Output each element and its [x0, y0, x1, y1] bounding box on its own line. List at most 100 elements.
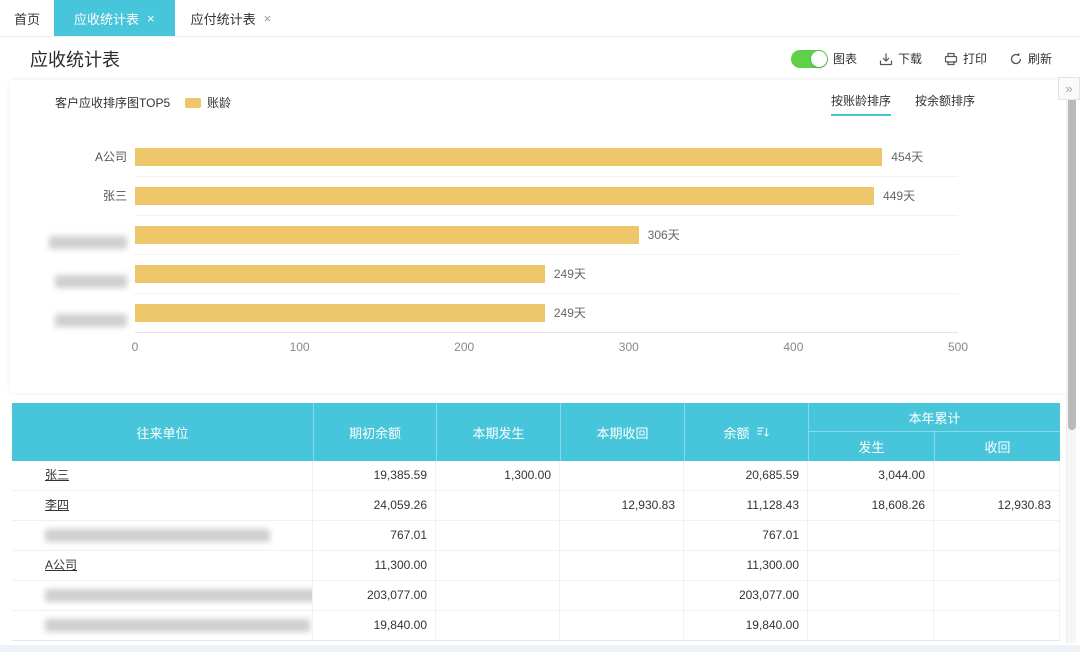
- tab-payable-report[interactable]: 应付统计表 ×: [175, 0, 288, 36]
- tab-payable-label: 应付统计表: [191, 9, 256, 28]
- cell-ytd-incurred: 18,608.26: [808, 491, 934, 521]
- x-tick: 0: [132, 340, 139, 354]
- toggle-knob: [811, 51, 827, 67]
- page-title: 应收统计表: [30, 46, 120, 72]
- cell-current-incurred: [436, 491, 560, 521]
- col-header-ytd-incurred[interactable]: 发生: [808, 432, 934, 461]
- cell-opening: 19,385.59: [313, 461, 436, 491]
- col-header-balance[interactable]: 余额: [684, 403, 808, 461]
- bar-value-label: 449天: [883, 187, 915, 205]
- cell-ytd-incurred: [808, 581, 934, 611]
- x-tick: 400: [783, 340, 803, 354]
- cell-balance: 11,128.43: [684, 491, 808, 521]
- scrollbar-thumb[interactable]: [1068, 85, 1076, 430]
- cell-current-received: [560, 521, 684, 551]
- col-header-ytd-received[interactable]: 收回: [934, 432, 1060, 461]
- cell-balance: 19,840.00: [684, 611, 808, 641]
- bar-row: 306天: [135, 216, 958, 255]
- bar-value-label: 454天: [891, 148, 923, 166]
- chart-sort-links: 按账龄排序 按余额排序: [831, 92, 975, 116]
- tab-bar: 首页 应收统计表 × 应付统计表 ×: [0, 0, 1080, 37]
- col-header-opening-balance[interactable]: 期初余额: [313, 403, 436, 461]
- cell-opening: 767.01: [313, 521, 436, 551]
- close-icon[interactable]: ×: [147, 11, 155, 26]
- table-row-company-redacted: [12, 521, 313, 551]
- age-bar[interactable]: 249天: [135, 304, 545, 322]
- company-link[interactable]: 李四: [45, 498, 69, 512]
- bar-value-label: 249天: [554, 265, 586, 283]
- sort-by-age-link[interactable]: 按账龄排序: [831, 92, 891, 116]
- legend-swatch: [185, 98, 201, 108]
- double-chevron-right-icon[interactable]: »: [1058, 77, 1080, 100]
- table-header: 往来单位 期初余额 本期发生 本期收回 余额 本年累计 发生 收回: [12, 403, 1060, 461]
- category-label-redacted: [12, 216, 127, 255]
- download-button[interactable]: 下载: [879, 50, 922, 67]
- company-link[interactable]: 张三: [45, 468, 69, 482]
- bar-row: 249天: [135, 294, 958, 333]
- chart-toggle-switch[interactable]: [791, 50, 828, 68]
- table-row-company-redacted: [12, 611, 313, 641]
- col-header-current-received[interactable]: 本期收回: [560, 403, 684, 461]
- app-window: 首页 应收统计表 × 应付统计表 × 应收统计表 图表 下载: [0, 0, 1080, 652]
- category-label: A公司: [12, 138, 127, 177]
- receivable-table: 往来单位 期初余额 本期发生 本期收回 余额 本年累计 发生 收回 张三 19,…: [12, 403, 1060, 641]
- x-tick: 100: [290, 340, 310, 354]
- bar-chart-plot: A公司 454天 张三 449天 306天 249天: [135, 138, 958, 333]
- download-label: 下载: [898, 50, 922, 67]
- table-row-company-redacted: [12, 581, 313, 611]
- cell-ytd-incurred: 3,044.00: [808, 461, 934, 491]
- col-header-ytd-group: 本年累计: [808, 403, 1060, 432]
- age-bar[interactable]: 454天: [135, 148, 882, 166]
- bar-value-label: 249天: [554, 304, 586, 322]
- cell-current-incurred: [436, 521, 560, 551]
- company-link[interactable]: A公司: [45, 558, 77, 572]
- chart-toggle-group: 图表: [791, 50, 857, 68]
- table-row-company: 张三: [12, 461, 313, 491]
- bar-row: A公司 454天: [135, 138, 958, 177]
- cell-opening: 11,300.00: [313, 551, 436, 581]
- cell-ytd-received: [934, 551, 1060, 581]
- refresh-label: 刷新: [1028, 50, 1052, 67]
- tab-home-label: 首页: [14, 9, 40, 28]
- cell-current-incurred: [436, 581, 560, 611]
- bottom-scroll-strip: [0, 645, 1080, 652]
- category-label-redacted: [12, 255, 127, 294]
- age-bar[interactable]: 306天: [135, 226, 639, 244]
- cell-ytd-incurred: [808, 611, 934, 641]
- cell-current-incurred: [436, 611, 560, 641]
- close-icon[interactable]: ×: [264, 11, 272, 26]
- cell-opening: 19,840.00: [313, 611, 436, 641]
- col-header-balance-label: 余额: [723, 423, 749, 442]
- print-button[interactable]: 打印: [944, 50, 987, 67]
- cell-opening: 203,077.00: [313, 581, 436, 611]
- bar-row: 249天: [135, 255, 958, 294]
- age-bar[interactable]: 249天: [135, 265, 545, 283]
- cell-balance: 203,077.00: [684, 581, 808, 611]
- cell-current-received: [560, 551, 684, 581]
- tab-receivable-report[interactable]: 应收统计表 ×: [54, 0, 175, 36]
- bar-value-label: 306天: [648, 226, 680, 244]
- x-tick: 500: [948, 340, 968, 354]
- col-header-current-incurred[interactable]: 本期发生: [436, 403, 560, 461]
- sort-by-balance-link[interactable]: 按余额排序: [915, 92, 975, 116]
- sort-descending-icon[interactable]: [756, 425, 770, 439]
- title-bar: 应收统计表 图表 下载 打印 刷新: [0, 37, 1080, 80]
- col-header-company[interactable]: 往来单位: [12, 403, 313, 461]
- cell-opening: 24,059.26: [313, 491, 436, 521]
- print-label: 打印: [963, 50, 987, 67]
- age-bar[interactable]: 449天: [135, 187, 874, 205]
- cell-current-received: 12,930.83: [560, 491, 684, 521]
- cell-current-received: [560, 461, 684, 491]
- vertical-scrollbar[interactable]: [1066, 85, 1076, 643]
- cell-current-incurred: [436, 551, 560, 581]
- legend-label: 账龄: [207, 94, 231, 111]
- table-body: 张三 19,385.59 1,300.00 20,685.59 3,044.00…: [12, 461, 1060, 641]
- chart-legend[interactable]: 账龄: [185, 94, 231, 111]
- cell-current-received: [560, 611, 684, 641]
- tab-home[interactable]: 首页: [0, 0, 54, 36]
- cell-current-received: [560, 581, 684, 611]
- x-tick: 200: [454, 340, 474, 354]
- refresh-button[interactable]: 刷新: [1009, 50, 1052, 67]
- cell-current-incurred: 1,300.00: [436, 461, 560, 491]
- chart-title: 客户应收排序图TOP5: [55, 94, 170, 111]
